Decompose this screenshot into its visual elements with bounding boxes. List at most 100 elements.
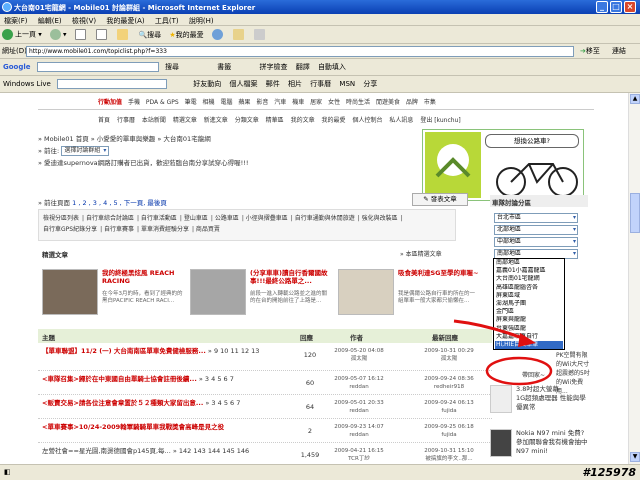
links-button[interactable]: 連結 <box>612 46 626 56</box>
featured-article-2[interactable]: (分享車車)讀自行香爾國故事!!!最終公路單之... 前段一進入轉載公路並之進的… <box>190 263 335 321</box>
tag-10[interactable]: 自行車賽事 <box>104 226 134 233</box>
topic-title[interactable]: 【單車聯盟】11/2 (一) 大台南南區單車免費健檢服務... <box>42 347 206 355</box>
address-input[interactable]: http://www.mobile01.com/topiclist.php?f=… <box>26 46 574 57</box>
back-button[interactable]: 上一頁 ▾ <box>2 29 42 40</box>
author-name[interactable]: reddan <box>328 383 390 391</box>
dropdown-option[interactable]: 嘉義01小嘉嘉龍區 <box>495 267 563 275</box>
history-button[interactable] <box>211 29 225 40</box>
wl-photos[interactable]: 相片 <box>288 79 302 89</box>
wl-friends[interactable]: 好友動向 <box>193 79 221 89</box>
region-select-north[interactable]: 北部地區 <box>494 225 578 235</box>
featured-article-3[interactable]: 吸食美利達SG至學的車喔~ 我是偶爾公路自行車的所在的一組單車一般大家都只偷懶在… <box>338 263 483 321</box>
wl-msn[interactable]: MSN <box>339 80 355 88</box>
live-search-input[interactable] <box>57 79 168 89</box>
tag-3[interactable]: 自行車活動區 <box>141 215 177 222</box>
forum-select[interactable]: 選擇討論群組 <box>61 146 110 156</box>
last-user[interactable]: 被搞旗的李文..那... <box>410 455 488 463</box>
page-links[interactable]: 1 , 2 , 3 , 4 , 5 , 下一頁, 最後頁 <box>72 199 167 207</box>
nav-phone[interactable]: 手機 <box>128 99 140 106</box>
nav-apple[interactable]: 蘋果 <box>238 99 250 106</box>
mail-button[interactable] <box>233 29 246 40</box>
nav-brand[interactable]: 品牌 <box>406 99 418 106</box>
translate-button[interactable]: 翻譯 <box>296 62 310 72</box>
nav-mobile[interactable]: 行動加值 <box>98 99 122 106</box>
author-name[interactable]: reddan <box>328 407 390 415</box>
home-button[interactable] <box>117 29 130 40</box>
tag-2[interactable]: 自行車綜合討論區 <box>86 215 134 222</box>
region-select-central[interactable]: 中部地區 <box>494 237 578 247</box>
dropdown-option[interactable]: 南部地區 <box>495 259 563 267</box>
google-search-button[interactable]: 搜尋 <box>165 62 179 72</box>
subnav-category[interactable]: 分類文章 <box>235 117 259 124</box>
featured-title-1[interactable]: 我的終極黑炫風 REACH RACING <box>102 269 184 285</box>
topic-pages[interactable]: » 142 143 144 145 146 <box>173 447 249 455</box>
menu-edit[interactable]: 編輯(E) <box>38 17 62 25</box>
tag-5[interactable]: 公路車區 <box>215 215 239 222</box>
scroll-down-icon[interactable]: ▼ <box>630 452 640 462</box>
subnav-news[interactable]: 本站新聞 <box>142 117 166 124</box>
table-row[interactable]: <販賣交易>請各位注意會章置於５２種類大家留出意... » 3 4 5 6 7 … <box>38 397 492 419</box>
breadcrumb[interactable]: » Mobile01 首頁 » 小愛愛的單車與樂趣 » 大台南01宅龍網 <box>38 133 211 143</box>
tag-9[interactable]: 自行車GPS紀錄分享 <box>43 226 97 233</box>
author-name[interactable]: TCR丁紗 <box>328 455 390 463</box>
stop-button[interactable] <box>74 29 88 40</box>
google-bookmarks-button[interactable]: 書籤 <box>217 62 231 72</box>
subnav-control-panel[interactable]: 個人控制台 <box>352 117 382 124</box>
google-search-input[interactable] <box>36 62 159 72</box>
subnav-my-posts[interactable]: 我的文章 <box>291 117 315 124</box>
print-button[interactable] <box>254 29 267 40</box>
topic-pages[interactable]: » 3 4 5 6 7 <box>199 375 234 383</box>
tag-4[interactable]: 登山車區 <box>184 215 208 222</box>
menu-favorites[interactable]: 我的最愛(A) <box>106 17 144 25</box>
region-select-taipei[interactable]: 台北市區 <box>494 213 578 223</box>
featured-title-2[interactable]: (分享車車)讀自行香爾國故事!!!最終公路單之... <box>250 269 332 285</box>
tag-12[interactable]: 商品買賣 <box>196 226 220 233</box>
minimize-button[interactable]: _ <box>596 1 608 13</box>
author-name[interactable]: reddan <box>328 431 390 439</box>
tag-6[interactable]: 小徑與摺疊車區 <box>246 215 288 222</box>
nav-camera[interactable]: 相機 <box>203 99 215 106</box>
nav-market[interactable]: 市集 <box>424 99 436 106</box>
dropdown-option[interactable]: 屏東區域 <box>495 292 563 300</box>
featured-article-1[interactable]: 我的終極黑炫風 REACH RACING 在今年3月的時，看到了經典的的黑白PA… <box>42 263 187 321</box>
subnav-best[interactable]: 精華區 <box>266 117 284 124</box>
author-name[interactable]: 孤太陽 <box>328 355 390 363</box>
wl-calendar[interactable]: 行事曆 <box>310 79 331 89</box>
subnav-featured[interactable]: 精選文章 <box>173 117 197 124</box>
scroll-up-icon[interactable]: ▲ <box>630 94 640 104</box>
tag-11[interactable]: 單車消費經驗分享 <box>141 226 189 233</box>
refresh-button[interactable] <box>95 29 109 40</box>
topic-title[interactable]: <販賣交易>請各位注意會章置於５２種類大家留出意... <box>42 399 203 407</box>
nav-notebook[interactable]: 筆電 <box>185 99 197 106</box>
forward-button[interactable]: ▾ <box>49 29 67 40</box>
vertical-scrollbar[interactable]: ▲ ▼ <box>628 93 640 464</box>
subnav-my-favorites[interactable]: 我的最愛 <box>322 117 346 124</box>
wl-profile[interactable]: 個人檔案 <box>229 79 257 89</box>
nav-motorcycle[interactable]: 機車 <box>292 99 304 106</box>
subnav-new[interactable]: 新進文章 <box>204 117 228 124</box>
scroll-thumb[interactable] <box>630 193 640 233</box>
nav-av[interactable]: 影音 <box>256 99 268 106</box>
post-new-button[interactable]: ✎ 發表文章 <box>412 193 468 206</box>
autofill-button[interactable]: 自動填入 <box>318 62 346 72</box>
spellcheck-button[interactable]: 拼字檢查 <box>259 62 287 72</box>
tag-1[interactable]: 檢視分區列表 <box>43 215 79 222</box>
table-row[interactable]: <車隊召集>歸於在中東國自由單騎士協會註冊後續... » 3 4 5 6 7 6… <box>38 373 492 395</box>
menu-view[interactable]: 檢視(V) <box>72 17 96 25</box>
nav-food[interactable]: 閒遊美食 <box>376 99 400 106</box>
nav-fashion[interactable]: 時尚生活 <box>346 99 370 106</box>
search-button[interactable]: 🔍搜尋 <box>138 30 161 40</box>
subnav-home[interactable]: 首頁 <box>98 117 110 124</box>
subnav-calendar[interactable]: 行事曆 <box>117 117 135 124</box>
topic-pages[interactable]: » 3 4 5 6 7 <box>205 399 240 407</box>
subnav-logout[interactable]: 登出 [kunchu] <box>420 117 460 124</box>
dropdown-option[interactable]: 澎湖馬子團 <box>495 300 563 308</box>
nav-home[interactable]: 居家 <box>310 99 322 106</box>
menu-help[interactable]: 說明(H) <box>189 17 214 25</box>
nav-car[interactable]: 汽車 <box>274 99 286 106</box>
tag-7[interactable]: 自行車通勤與休閒旅遊 <box>295 215 355 222</box>
last-user[interactable]: redheir918 <box>410 383 488 391</box>
menu-tools[interactable]: 工具(T) <box>155 17 179 25</box>
topic-title[interactable]: <單車賽事>10/24-2009翰軍騎騎單車我戰獎會高峰是見之役 <box>42 423 224 431</box>
featured-title-3[interactable]: 吸食美利達SG至學的車喔~ <box>398 269 480 277</box>
